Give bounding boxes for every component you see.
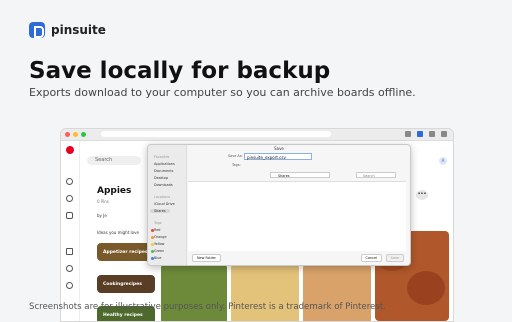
pinterest-sidebar xyxy=(61,141,80,321)
sidebar-item-shares[interactable]: Shares xyxy=(150,209,170,213)
window-controls xyxy=(65,132,86,137)
board-title: Appies xyxy=(97,186,132,196)
pin-image[interactable] xyxy=(303,264,371,321)
location-select[interactable]: Shares xyxy=(270,172,330,178)
sidebar-item-documents[interactable]: Documents xyxy=(154,169,173,173)
sidebar-heading-locations: Locations xyxy=(154,195,171,199)
footer-disclaimer: Screenshots are for illustrative purpose… xyxy=(29,302,386,312)
sidebar-item-downloads[interactable]: Downloads xyxy=(154,183,173,187)
brand-name: pinsuite xyxy=(51,23,106,37)
browser-window: Search Appies 0 Pins by Je Ideas you mig… xyxy=(60,128,454,322)
dialog-title: Save xyxy=(274,146,284,151)
page-subtitle: Exports download to your computer so you… xyxy=(29,86,416,99)
home-icon[interactable] xyxy=(66,178,73,185)
explore-icon[interactable] xyxy=(66,195,73,202)
sidebar-heading-favorites: Favorites xyxy=(154,155,170,159)
tags-label: Tags: xyxy=(232,163,241,167)
sidebar-heading-tags: Tags xyxy=(154,221,162,225)
page-title: Save locally for backup xyxy=(29,58,331,84)
sidebar-item-red[interactable]: Red xyxy=(154,228,160,232)
avatar[interactable]: A xyxy=(439,157,447,165)
more-options-button[interactable]: ••• xyxy=(416,190,428,200)
board-pin-count: 0 Pins xyxy=(97,199,109,204)
pinsuite-extension-icon[interactable] xyxy=(417,131,423,137)
sidebar-item-green[interactable]: Green xyxy=(154,249,164,253)
create-icon[interactable] xyxy=(66,212,73,219)
dialog-search-input[interactable]: Search xyxy=(356,172,396,178)
browser-toolbar xyxy=(61,129,453,141)
save-button[interactable]: Save xyxy=(385,254,404,262)
dialog-path-row: Shares Search xyxy=(188,171,406,179)
sidebar-item-icloud-drive[interactable]: iCloud Drive xyxy=(154,202,175,206)
pin-image[interactable] xyxy=(231,264,299,321)
pinterest-logo-icon[interactable] xyxy=(66,146,74,154)
sidebar-item-applications[interactable]: Applications xyxy=(154,162,175,166)
new-folder-button[interactable]: New Folder xyxy=(192,254,221,262)
idea-card[interactable]: Cookingrecipes xyxy=(97,275,155,293)
address-bar[interactable] xyxy=(101,131,331,137)
sidebar-item-blue[interactable]: Blue xyxy=(154,256,162,260)
menu-icon[interactable] xyxy=(441,131,447,137)
board-owner[interactable]: by Je xyxy=(97,213,107,218)
save-dialog: Favorites Applications Documents Desktop… xyxy=(147,144,411,266)
close-window-icon[interactable] xyxy=(65,132,70,137)
updates-icon[interactable] xyxy=(66,248,73,255)
cancel-button[interactable]: Cancel xyxy=(360,254,382,262)
dialog-sidebar: Favorites Applications Documents Desktop… xyxy=(148,145,187,265)
extension-icon[interactable] xyxy=(405,131,411,137)
sidebar-item-desktop[interactable]: Desktop xyxy=(154,176,168,180)
minimize-window-icon[interactable] xyxy=(73,132,78,137)
sidebar-item-yellow[interactable]: Yellow xyxy=(154,242,164,246)
puzzle-icon[interactable] xyxy=(429,131,435,137)
sidebar-item-orange[interactable]: Orange xyxy=(154,235,167,239)
browser-extension-icons xyxy=(405,131,447,137)
filename-input[interactable]: pinsuite_export.csv xyxy=(244,153,312,160)
pin-image[interactable] xyxy=(161,264,227,321)
save-as-label: Save As: xyxy=(228,154,243,158)
ideas-heading: Ideas you might love xyxy=(97,230,139,235)
maximize-window-icon[interactable] xyxy=(81,132,86,137)
file-list[interactable] xyxy=(188,181,406,251)
messages-icon[interactable] xyxy=(66,282,73,289)
brand-logo: pinsuite xyxy=(29,22,106,38)
pinsuite-logo-icon xyxy=(29,22,45,38)
pinterest-search-input[interactable]: Search xyxy=(87,156,141,165)
notifications-icon[interactable] xyxy=(66,265,73,272)
pin-image-detail xyxy=(407,271,445,305)
